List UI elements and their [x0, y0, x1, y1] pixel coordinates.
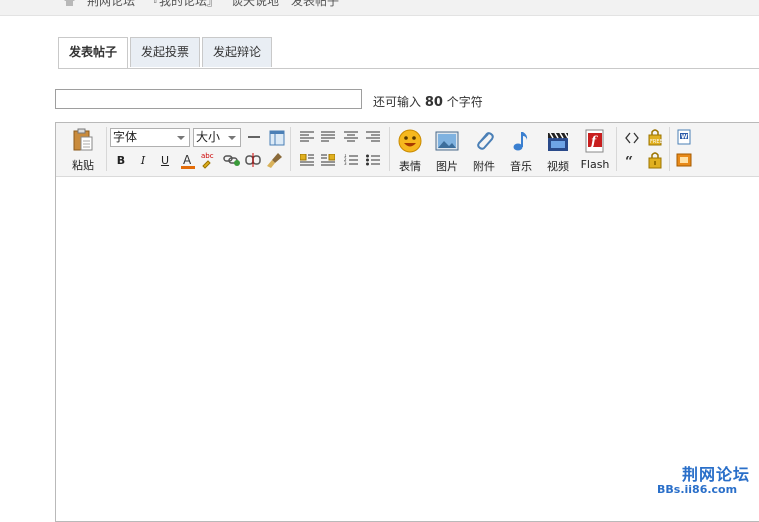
ordered-list-icon[interactable]: 123 [344, 154, 358, 166]
music-button[interactable]: 音乐 [504, 129, 538, 173]
music-note-icon [513, 132, 528, 151]
paste-from-word-icon[interactable]: W [676, 129, 692, 145]
clapperboard-icon [548, 132, 569, 151]
emoticon-label: 表情 [399, 160, 421, 173]
char-counter-count: 80 [424, 95, 443, 110]
flash-label: Flash [580, 158, 610, 171]
paste-button[interactable]: 粘贴 [66, 128, 100, 172]
font-size-select[interactable]: 大小 [193, 128, 241, 147]
tab-new-poll[interactable]: 发起投票 [130, 37, 201, 67]
toolbar-separator [616, 127, 617, 171]
attachment-label: 附件 [473, 160, 495, 173]
horizontal-rule-icon[interactable] [248, 134, 260, 140]
svg-text:“: “ [625, 156, 633, 166]
watermark-url: BBs.ii86.com [657, 483, 738, 496]
toolbar-separator [389, 127, 390, 171]
unordered-list-icon[interactable] [366, 154, 380, 166]
emoticon-button[interactable]: 表情 [393, 129, 427, 173]
toolbar-separator [290, 127, 291, 171]
svg-text:W: W [681, 134, 688, 141]
breadcrumb-item-board[interactable]: 谈天说地 [231, 0, 279, 9]
rich-text-editor: 粘贴 字体 大小 B I U A abc 1 2 3 表情 图片 附件 音乐 视… [55, 122, 759, 522]
toolbar-separator [669, 127, 670, 171]
image-icon [435, 131, 459, 151]
clear-format-icon[interactable] [266, 151, 284, 169]
editor-content-area[interactable] [56, 177, 759, 521]
font-size-select-value: 大小 [196, 130, 221, 144]
video-label: 视频 [547, 160, 569, 173]
music-label: 音乐 [510, 160, 532, 173]
tab-divider [58, 68, 759, 69]
post-type-tabs: 发表帖子 发起投票 发起辩论 [58, 37, 273, 69]
code-icon[interactable] [625, 132, 639, 144]
breadcrumb: 荆网论坛 『我的论坛』 谈天说地 发表帖子 [0, 0, 759, 16]
tab-new-post[interactable]: 发表帖子 [58, 37, 129, 69]
smiley-icon [398, 129, 422, 153]
float-right-icon[interactable] [321, 154, 335, 166]
align-left-icon[interactable] [300, 131, 314, 143]
svg-text:FREE: FREE [650, 139, 663, 145]
align-justify-icon[interactable] [321, 131, 335, 143]
svg-text:abc: abc [201, 152, 214, 160]
image-button[interactable]: 图片 [430, 129, 464, 173]
quote-icon[interactable]: “ [625, 156, 637, 166]
home-icon[interactable] [64, 0, 75, 6]
spellcheck-icon[interactable]: abc [200, 151, 218, 169]
char-counter-prefix: 还可输入 [373, 95, 422, 109]
unlink-icon[interactable] [245, 153, 261, 167]
svg-text:3: 3 [344, 161, 347, 166]
hide-content-icon[interactable] [646, 151, 664, 169]
paperclip-icon [477, 132, 494, 150]
insert-link-icon[interactable] [223, 153, 241, 167]
media-embed-icon[interactable] [676, 152, 692, 168]
paste-label: 粘贴 [72, 159, 94, 172]
watermark-title: 荆网论坛 [682, 465, 751, 484]
free-content-icon[interactable]: FREE [646, 128, 664, 146]
italic-button[interactable]: I [134, 152, 152, 170]
image-label: 图片 [436, 160, 458, 173]
char-counter-suffix: 个字符 [446, 95, 483, 109]
editor-toolbar: 粘贴 字体 大小 B I U A abc 1 2 3 表情 图片 附件 音乐 视… [56, 123, 759, 177]
flash-button[interactable]: f Flash [578, 129, 612, 173]
video-button[interactable]: 视频 [541, 129, 575, 173]
font-family-select[interactable]: 字体 [110, 128, 190, 147]
font-family-select-value: 字体 [113, 130, 138, 144]
toolbar-separator [106, 127, 107, 171]
align-right-icon[interactable] [366, 131, 380, 143]
breadcrumb-item-my-forum[interactable]: 『我的论坛』 [147, 0, 219, 9]
char-counter: 还可输入 80 个字符 [373, 93, 483, 110]
flash-icon: f [585, 129, 604, 153]
svg-text:A: A [183, 153, 192, 167]
subject-input[interactable] [55, 89, 362, 109]
underline-button[interactable]: U [156, 152, 174, 170]
table-icon[interactable] [269, 130, 285, 146]
float-left-icon[interactable] [300, 154, 314, 166]
clipboard-icon [73, 128, 93, 151]
font-color-icon[interactable]: A [180, 152, 196, 170]
tab-new-debate[interactable]: 发起辩论 [202, 37, 273, 67]
breadcrumb-item-forum[interactable]: 荆网论坛 [87, 0, 135, 9]
align-center-icon[interactable] [344, 131, 358, 143]
breadcrumb-item-current: 发表帖子 [291, 0, 340, 8]
attachment-button[interactable]: 附件 [467, 129, 501, 173]
bold-button[interactable]: B [112, 152, 130, 170]
